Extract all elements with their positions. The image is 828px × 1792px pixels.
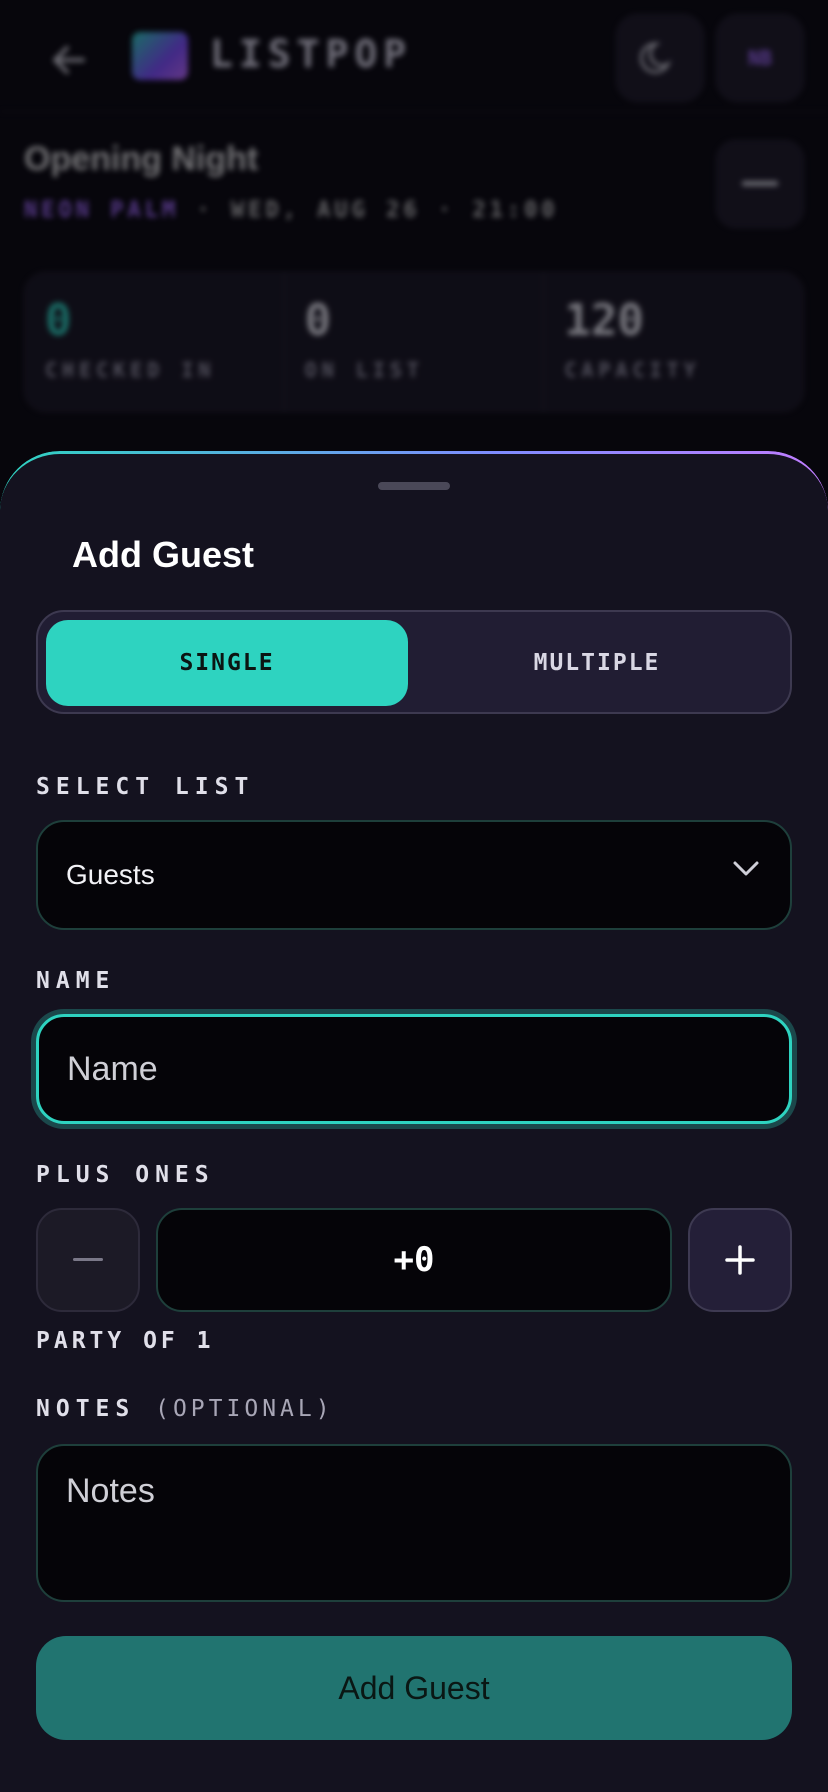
stat-value: 0 — [304, 295, 332, 346]
increment-button[interactable] — [688, 1208, 792, 1312]
sheet-drag-handle[interactable] — [378, 482, 450, 490]
minus-icon — [73, 1258, 103, 1261]
back-button[interactable] — [44, 36, 92, 84]
background-page: LISTPOP NB Opening Night NEON PALM · WED… — [0, 0, 828, 470]
notes-input[interactable] — [66, 1472, 762, 1574]
event-venue: NEON PALM — [24, 198, 180, 223]
tab-multiple[interactable]: MULTIPLE — [410, 620, 784, 706]
decrement-button[interactable] — [36, 1208, 140, 1312]
top-bar: LISTPOP NB — [0, 0, 828, 112]
stat-label: CHECKED IN — [45, 358, 216, 382]
name-label: NAME — [36, 968, 116, 994]
stats-card: 0 CHECKED IN 0 ON LIST 120 CAPACITY — [24, 272, 804, 412]
list-select[interactable]: Guests — [36, 820, 792, 930]
tab-single[interactable]: SINGLE — [46, 620, 408, 706]
stat-value: 120 — [564, 295, 644, 346]
stat-checked-in: 0 CHECKED IN — [25, 273, 285, 411]
select-list-label: SELECT LIST — [36, 774, 255, 800]
collapse-minus-icon — [742, 181, 778, 186]
stat-value: 0 — [45, 295, 72, 346]
notes-optional-text: (OPTIONAL) — [155, 1396, 334, 1422]
sheet-title: Add Guest — [72, 534, 255, 575]
plus-ones-label: PLUS ONES — [36, 1162, 215, 1188]
moon-icon — [640, 42, 672, 74]
stat-capacity: 120 CAPACITY — [544, 273, 803, 411]
event-title: Opening Night — [24, 140, 259, 178]
app-logo — [132, 32, 188, 80]
back-arrow-icon — [53, 46, 85, 74]
add-guest-button[interactable]: Add Guest — [36, 1636, 792, 1740]
mode-toggle: SINGLE MULTIPLE — [36, 610, 792, 714]
party-size-text: PARTY OF 1 — [36, 1328, 215, 1354]
notes-label-text: NOTES — [36, 1396, 136, 1422]
plus-icon — [725, 1245, 755, 1275]
theme-toggle-button[interactable] — [616, 14, 704, 102]
notes-field — [36, 1444, 792, 1602]
name-input[interactable] — [39, 1017, 789, 1121]
chevron-down-icon — [733, 861, 759, 876]
stat-label: ON LIST — [304, 358, 424, 382]
stat-label: CAPACITY — [564, 358, 701, 382]
event-datetime: · WED, AUG 26 · 21:00 — [179, 198, 559, 223]
plus-ones-value: +0 — [156, 1208, 672, 1312]
avatar-button[interactable]: NB — [716, 14, 804, 102]
collapse-button[interactable] — [716, 140, 804, 228]
stat-on-list: 0 ON LIST — [285, 273, 545, 411]
list-select-value: Guests — [66, 859, 155, 890]
name-field — [36, 1014, 792, 1124]
event-meta: NEON PALM · WED, AUG 26 · 21:00 — [24, 198, 559, 223]
brand-name: LISTPOP — [210, 32, 413, 76]
notes-label: NOTES (OPTIONAL) — [36, 1396, 334, 1422]
